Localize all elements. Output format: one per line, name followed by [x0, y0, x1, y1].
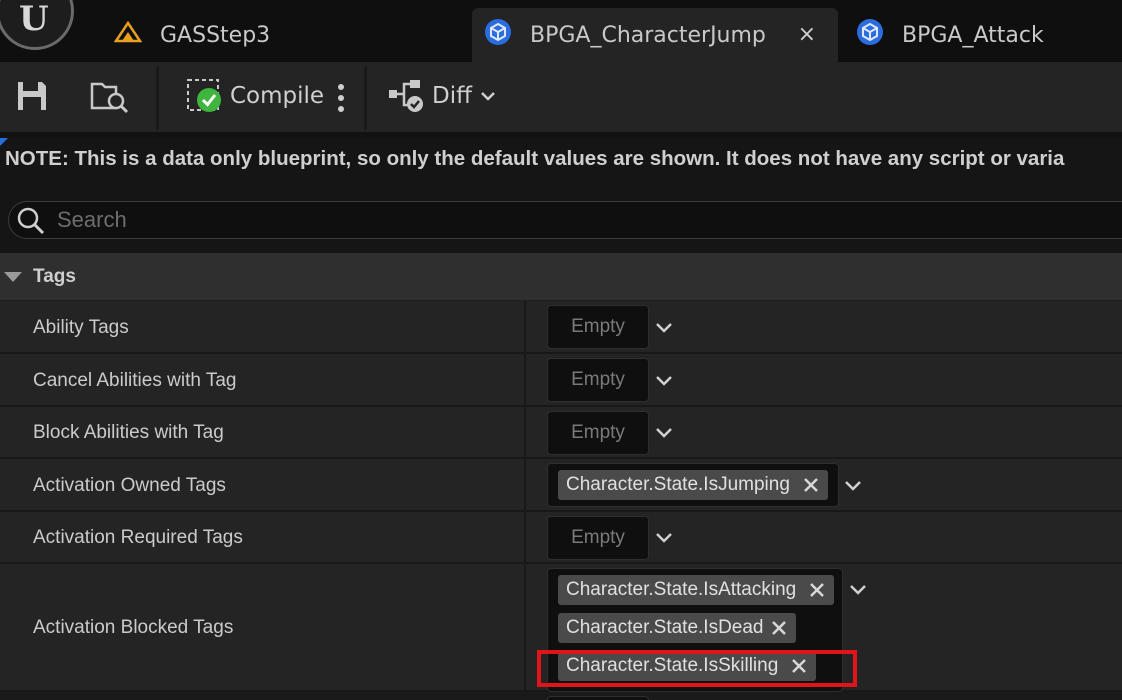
gameplay-tag[interactable]: Character.State.IsDead	[558, 613, 796, 643]
folder-search-icon	[90, 82, 129, 114]
diff-button[interactable]: Diff	[388, 74, 496, 118]
chevron-down-icon[interactable]	[843, 476, 863, 496]
chevron-down-icon	[481, 92, 495, 101]
search-input[interactable]	[57, 206, 1057, 234]
category-label: Tags	[33, 266, 76, 287]
tab-label: BPGA_CharacterJump	[530, 22, 766, 48]
compile-options-icon[interactable]	[337, 82, 345, 114]
annotation-highlight	[537, 650, 857, 687]
unreal-logo-icon[interactable]: U	[0, 0, 74, 50]
gameplay-tag[interactable]: Character.State.IsAttacking	[558, 575, 834, 605]
blueprint-icon	[484, 18, 512, 52]
chevron-down-icon[interactable]	[654, 528, 674, 548]
tab-bpga-characterjump[interactable]: BPGA_CharacterJump ×	[472, 8, 838, 62]
save-icon	[18, 82, 46, 110]
compile-label: Compile	[230, 83, 325, 109]
level-icon	[113, 20, 143, 49]
tab-label: GASStep3	[160, 22, 271, 48]
remove-tag-icon[interactable]	[808, 581, 826, 599]
gameplay-tag[interactable]: Character.State.IsJumping	[558, 470, 828, 500]
tag-container-value[interactable]: Empty	[547, 411, 649, 455]
tab-gasstep3[interactable]: GASStep3	[113, 8, 454, 62]
blueprint-accent-marker	[0, 138, 8, 146]
property-label: Block Abilities with Tag	[33, 422, 224, 443]
tag-container: Character.State.IsJumping	[547, 463, 839, 507]
search-icon	[17, 207, 45, 235]
property-row-cancel-abilities: Cancel Abilities with Tag Empty	[0, 354, 1122, 407]
data-only-note: NOTE: This is a data only blueprint, so …	[5, 147, 1065, 170]
property-label: Activation Owned Tags	[33, 475, 226, 496]
toolbar-divider	[0, 132, 1122, 138]
property-row-activation-required-tags: Activation Required Tags Empty	[0, 512, 1122, 564]
save-button[interactable]	[16, 74, 48, 118]
tab-bar: U GASStep3 BPGA_CharacterJump × BPGA_Att…	[0, 0, 1122, 62]
blueprint-icon	[856, 18, 884, 52]
chevron-down-icon[interactable]	[848, 580, 868, 600]
tag-label: Character.State.IsAttacking	[566, 579, 797, 600]
property-label: Cancel Abilities with Tag	[33, 370, 237, 391]
property-row-block-abilities: Block Abilities with Tag Empty	[0, 407, 1122, 459]
property-label: Activation Blocked Tags	[33, 617, 234, 638]
chevron-down-icon[interactable]	[654, 371, 674, 391]
tag-label: Character.State.IsDead	[566, 617, 764, 638]
property-label: Activation Required Tags	[33, 527, 243, 548]
tab-bpga-attack[interactable]: BPGA_Attack	[856, 8, 1116, 62]
chevron-down-icon[interactable]	[654, 318, 674, 338]
property-row-activation-owned-tags: Activation Owned Tags Character.State.Is…	[0, 459, 1122, 512]
tab-label: BPGA_Attack	[902, 22, 1044, 48]
browse-button[interactable]	[90, 74, 130, 118]
toolbar: Compile Diff	[0, 62, 1122, 132]
diff-label: Diff	[432, 83, 472, 109]
tag-container-value[interactable]: Empty	[547, 358, 649, 402]
tag-container-value[interactable]: Empty	[547, 516, 649, 560]
tag-label: Character.State.IsJumping	[566, 474, 790, 495]
next-row-value-edge	[547, 696, 649, 700]
property-row-ability-tags: Ability Tags Empty	[0, 301, 1122, 354]
remove-tag-icon[interactable]	[802, 476, 820, 494]
compile-success-icon	[187, 79, 221, 112]
diff-icon	[389, 80, 423, 112]
close-icon[interactable]: ×	[798, 22, 816, 47]
search-box[interactable]	[8, 201, 1122, 239]
chevron-down-icon[interactable]	[654, 423, 674, 443]
remove-tag-icon[interactable]	[770, 619, 788, 637]
category-tags[interactable]: Tags	[0, 253, 1122, 301]
compile-button[interactable]: Compile	[186, 74, 324, 118]
tag-container-value[interactable]: Empty	[547, 305, 649, 349]
collapse-arrow-icon[interactable]	[4, 272, 22, 282]
property-label: Ability Tags	[33, 317, 129, 338]
